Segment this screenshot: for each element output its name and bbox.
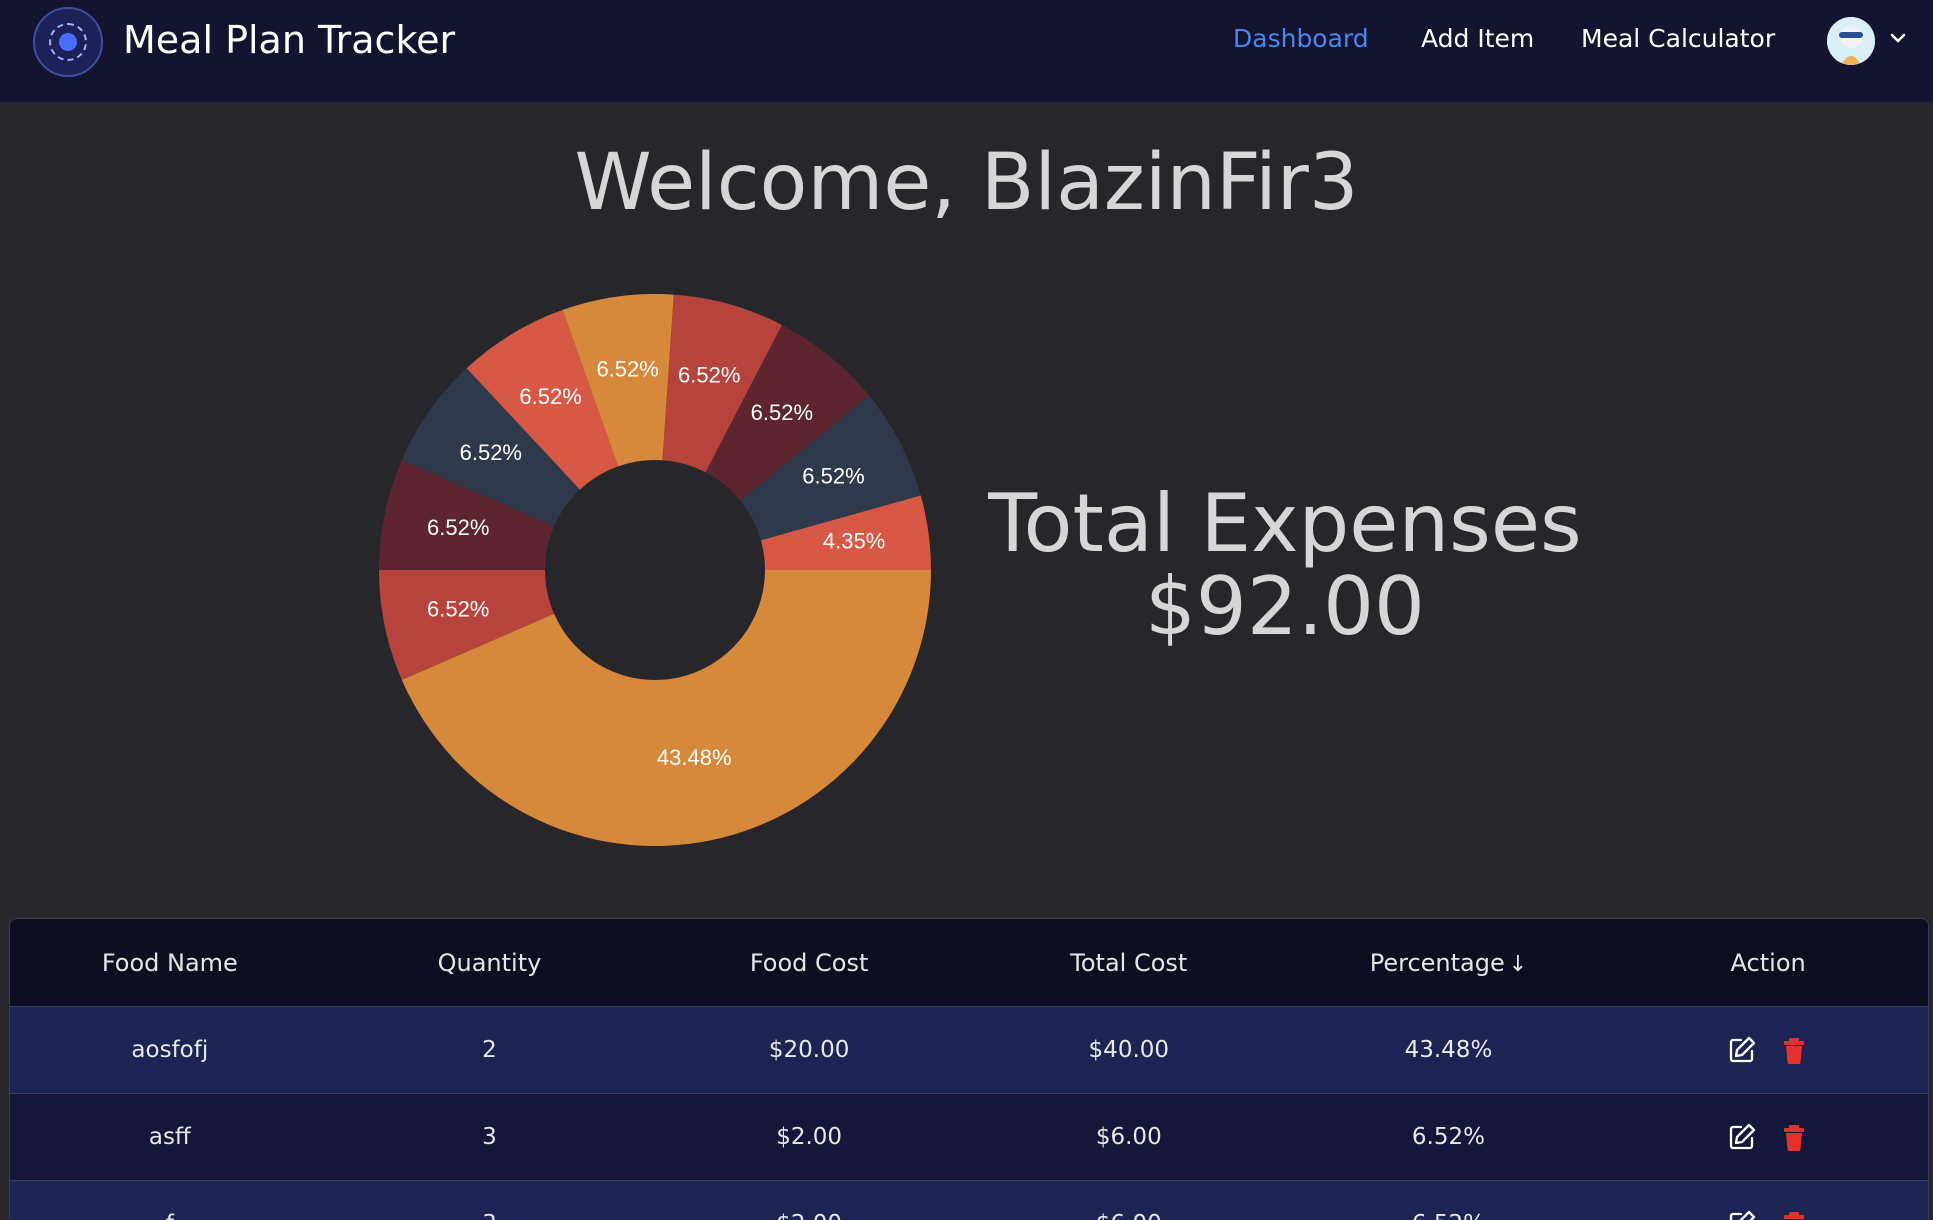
cell-total-cost: $40.00 xyxy=(969,1007,1289,1094)
cell-food-cost: $2.00 xyxy=(649,1094,969,1181)
header-percentage-label: Percentage xyxy=(1370,949,1505,977)
cell-food-name: aosfofj xyxy=(10,1007,330,1094)
edit-icon[interactable] xyxy=(1727,1035,1757,1065)
pie-slice-label: 6.52% xyxy=(751,400,813,425)
pie-slice-label: 6.52% xyxy=(596,357,658,382)
pie-slice-label: 4.35% xyxy=(823,528,885,553)
header-food-name[interactable]: Food Name xyxy=(10,919,330,1007)
cell-percentage: 6.52% xyxy=(1289,1094,1609,1181)
cell-total-cost: $6.00 xyxy=(969,1094,1289,1181)
trash-icon[interactable] xyxy=(1779,1122,1809,1152)
nav-dashboard[interactable]: Dashboard xyxy=(1233,24,1369,53)
table-header-row: Food Name Quantity Food Cost Total Cost … xyxy=(10,919,1928,1007)
header-quantity[interactable]: Quantity xyxy=(330,919,650,1007)
table-row: f 3 $2.00 $6.00 6.52% xyxy=(10,1181,1928,1220)
app-title[interactable]: Meal Plan Tracker xyxy=(123,18,455,62)
pie-slice-label: 6.52% xyxy=(678,362,740,387)
cell-food-cost: $2.00 xyxy=(649,1181,969,1220)
app-logo[interactable] xyxy=(33,7,103,77)
header-percentage[interactable]: Percentage↓ xyxy=(1289,919,1609,1007)
cell-action xyxy=(1608,1181,1928,1220)
expense-donut-chart: 43.48% 6.52% 6.52% 6.52% 6.52% 6.52% 6.52% 6.52… xyxy=(360,280,950,870)
table-row: aosfofj 2 $20.00 $40.00 43.48% xyxy=(10,1007,1928,1094)
nav-meal-calculator[interactable]: Meal Calculator xyxy=(1581,24,1775,53)
total-expenses-value: $92.00 xyxy=(880,560,1690,653)
pie-slice-label: 6.52% xyxy=(802,463,864,488)
cell-food-name: f xyxy=(10,1181,330,1220)
header-total-cost[interactable]: Total Cost xyxy=(969,919,1289,1007)
pie-slice-label: 6.52% xyxy=(427,515,489,540)
food-table: Food Name Quantity Food Cost Total Cost … xyxy=(9,918,1929,1220)
nav-add-item[interactable]: Add Item xyxy=(1421,24,1534,53)
header-action: Action xyxy=(1608,919,1928,1007)
welcome-heading: Welcome, BlazinFir3 xyxy=(0,138,1933,228)
pie-slice-label: 6.52% xyxy=(519,384,581,409)
cell-food-cost: $20.00 xyxy=(649,1007,969,1094)
pie-slice-label: 43.48% xyxy=(657,745,732,770)
user-avatar[interactable] xyxy=(1827,17,1875,65)
cell-total-cost: $6.00 xyxy=(969,1181,1289,1220)
total-expenses-label: Total Expenses xyxy=(880,477,1690,570)
header-food-cost[interactable]: Food Cost xyxy=(649,919,969,1007)
cell-quantity: 2 xyxy=(330,1007,650,1094)
navbar: Meal Plan Tracker Dashboard Add Item Mea… xyxy=(0,0,1933,102)
chevron-down-icon[interactable] xyxy=(1888,28,1908,48)
cell-action xyxy=(1608,1094,1928,1181)
edit-icon[interactable] xyxy=(1727,1122,1757,1152)
pie-slice-label: 6.52% xyxy=(460,440,522,465)
cell-quantity: 3 xyxy=(330,1094,650,1181)
trash-icon[interactable] xyxy=(1779,1209,1809,1220)
cell-percentage: 43.48% xyxy=(1289,1007,1609,1094)
cell-food-name: asff xyxy=(10,1094,330,1181)
trash-icon[interactable] xyxy=(1779,1035,1809,1065)
plate-icon xyxy=(59,33,77,51)
sort-arrow-icon: ↓ xyxy=(1509,952,1527,977)
edit-icon[interactable] xyxy=(1727,1209,1757,1220)
cell-quantity: 3 xyxy=(330,1181,650,1220)
pie-slice-label: 6.52% xyxy=(427,597,489,622)
table-row: asff 3 $2.00 $6.00 6.52% xyxy=(10,1094,1928,1181)
cell-action xyxy=(1608,1007,1928,1094)
avatar-icon xyxy=(1827,17,1875,65)
cell-percentage: 6.52% xyxy=(1289,1181,1609,1220)
